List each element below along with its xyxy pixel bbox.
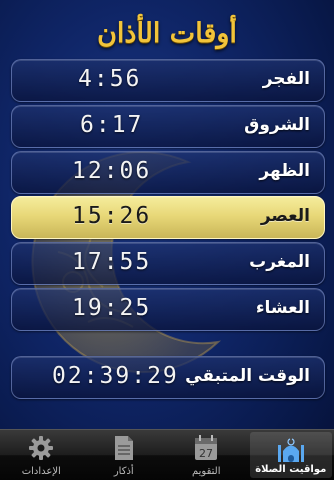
prayer-name: العشاء bbox=[255, 298, 310, 318]
tab-label: الإعدادات bbox=[21, 466, 61, 477]
remaining-time-row: الوقت المتبقي 02:39:29 bbox=[11, 356, 325, 399]
prayer-time: 12:06 bbox=[72, 158, 152, 184]
calendar-day: 27 bbox=[199, 447, 213, 460]
gear-icon bbox=[28, 435, 54, 465]
prayer-time: 6:17 bbox=[80, 112, 144, 138]
remaining-label: الوقت المتبقي bbox=[185, 366, 310, 386]
prayer-name: الشروق bbox=[244, 115, 310, 135]
tab-label: مواقيت الصلاة bbox=[255, 464, 327, 475]
prayer-row-fajr: الفجر 4:56 bbox=[11, 59, 325, 102]
prayer-name: العصر bbox=[260, 206, 310, 226]
tab-label: أذكار bbox=[113, 466, 134, 477]
prayer-time: 4:56 bbox=[78, 66, 142, 92]
prayer-time: 15:26 bbox=[72, 203, 152, 229]
prayer-name: المغرب bbox=[249, 252, 310, 272]
prayer-name: الظهر bbox=[259, 161, 310, 181]
remaining-time: 02:39:29 bbox=[52, 363, 179, 389]
prayer-time: 17:55 bbox=[72, 249, 152, 275]
prayer-row-maghrib: المغرب 17:55 bbox=[11, 242, 325, 285]
document-icon bbox=[113, 435, 135, 465]
tab-prayer-times[interactable]: مواقيت الصلاة bbox=[249, 432, 332, 478]
tab-calendar[interactable]: 27 التقويم bbox=[165, 430, 248, 480]
tab-adhkar[interactable]: أذكار bbox=[83, 430, 166, 480]
calendar-icon: 27 bbox=[194, 435, 218, 465]
mosque-icon bbox=[277, 437, 305, 467]
prayer-name: الفجر bbox=[262, 69, 310, 89]
prayer-row-dhuhr: الظهر 12:06 bbox=[11, 151, 325, 194]
page-title: أوقات الأذان bbox=[97, 18, 237, 49]
prayer-time: 19:25 bbox=[72, 295, 152, 321]
prayer-row-sunrise: الشروق 6:17 bbox=[11, 105, 325, 148]
tab-label: التقويم bbox=[191, 466, 221, 477]
tab-bar: الإعدادات أذكار 27 التقويم مواقيت الصلاة bbox=[0, 429, 334, 480]
prayer-row-asr: العصر 15:26 bbox=[11, 196, 325, 239]
prayer-row-isha: العشاء 19:25 bbox=[11, 288, 325, 331]
tab-settings[interactable]: الإعدادات bbox=[0, 430, 83, 480]
